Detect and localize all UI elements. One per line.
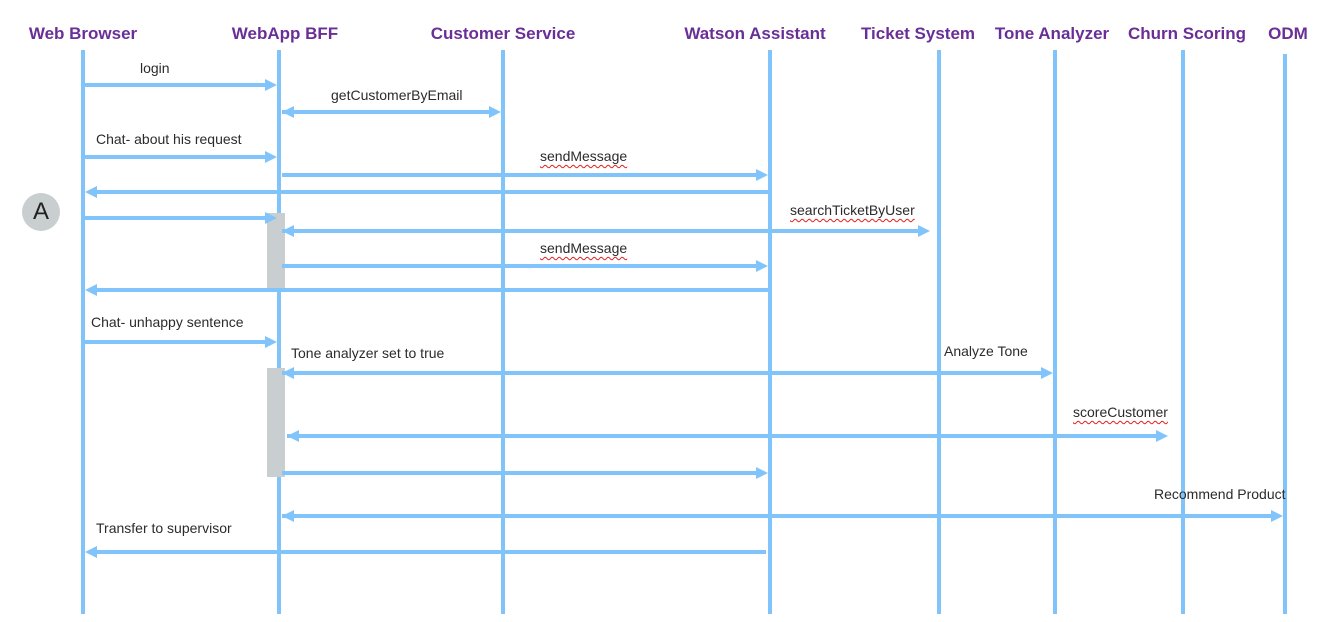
participant-ticket: Ticket System — [860, 24, 976, 43]
message-arrow — [282, 260, 768, 272]
arrow-head-icon — [1156, 430, 1168, 442]
participant-watson: Watson Assistant — [684, 24, 826, 43]
arrow-head-icon — [265, 151, 277, 163]
message-label: Chat- about his request — [96, 131, 242, 147]
participant-browser: Web Browser — [28, 24, 138, 43]
message-label: Analyze Tone — [944, 343, 1028, 359]
arrow-head-icon — [265, 79, 277, 91]
arrow-head-icon — [1271, 510, 1283, 522]
arrow-head-icon — [756, 169, 768, 181]
participant-odm: ODM — [1268, 24, 1308, 43]
arrow-head-icon — [265, 336, 277, 348]
message-label: getCustomerByEmail — [331, 87, 463, 103]
message-arrow — [85, 151, 277, 163]
arrow-head-icon — [85, 546, 97, 558]
participant-churn: Churn Scoring — [1127, 24, 1247, 43]
message-arrow — [282, 510, 1283, 522]
arrow-head-icon — [756, 467, 768, 479]
activation-bar — [267, 213, 285, 291]
message-arrow — [85, 336, 277, 348]
message-label: Tone analyzer set to true — [291, 345, 445, 361]
message-arrow — [85, 79, 277, 91]
participant-bff: WebApp BFF — [231, 24, 339, 43]
arrow-head-icon — [282, 510, 294, 522]
arrow-head-icon — [85, 186, 97, 198]
arrow-head-icon — [287, 430, 299, 442]
message-label: sendMessage — [540, 240, 628, 256]
arrow-head-icon — [756, 260, 768, 272]
participant-tone: Tone Analyzer — [994, 24, 1110, 43]
message-arrow — [282, 169, 768, 181]
message-arrow — [85, 212, 277, 224]
message-label: sendMessage — [540, 148, 628, 164]
arrow-head-icon — [918, 225, 930, 237]
arrow-head-icon — [489, 106, 501, 118]
arrow-head-icon — [85, 284, 97, 296]
message-arrow — [282, 106, 501, 118]
message-arrow — [85, 284, 768, 296]
message-label: login — [140, 60, 170, 76]
activation-bar — [267, 368, 285, 477]
arrow-head-icon — [282, 106, 294, 118]
message-arrow — [85, 186, 768, 198]
message-label: scoreCustomer — [1073, 404, 1168, 420]
message-arrow — [287, 430, 1168, 442]
message-label: Transfer to supervisor — [96, 520, 232, 536]
message-label: searchTicketByUser — [790, 202, 915, 218]
participant-customer: Customer Service — [430, 24, 576, 43]
message-label: Chat- unhappy sentence — [91, 314, 244, 330]
step-marker-a: A — [22, 193, 60, 231]
message-arrow — [85, 546, 766, 558]
arrow-head-icon — [1041, 367, 1053, 379]
message-arrow — [282, 225, 930, 237]
message-arrow — [282, 467, 768, 479]
sequence-diagram: Web Browser WebApp BFF Customer Service Wat… — [0, 0, 1334, 622]
message-label: Recommend Product — [1154, 486, 1286, 502]
